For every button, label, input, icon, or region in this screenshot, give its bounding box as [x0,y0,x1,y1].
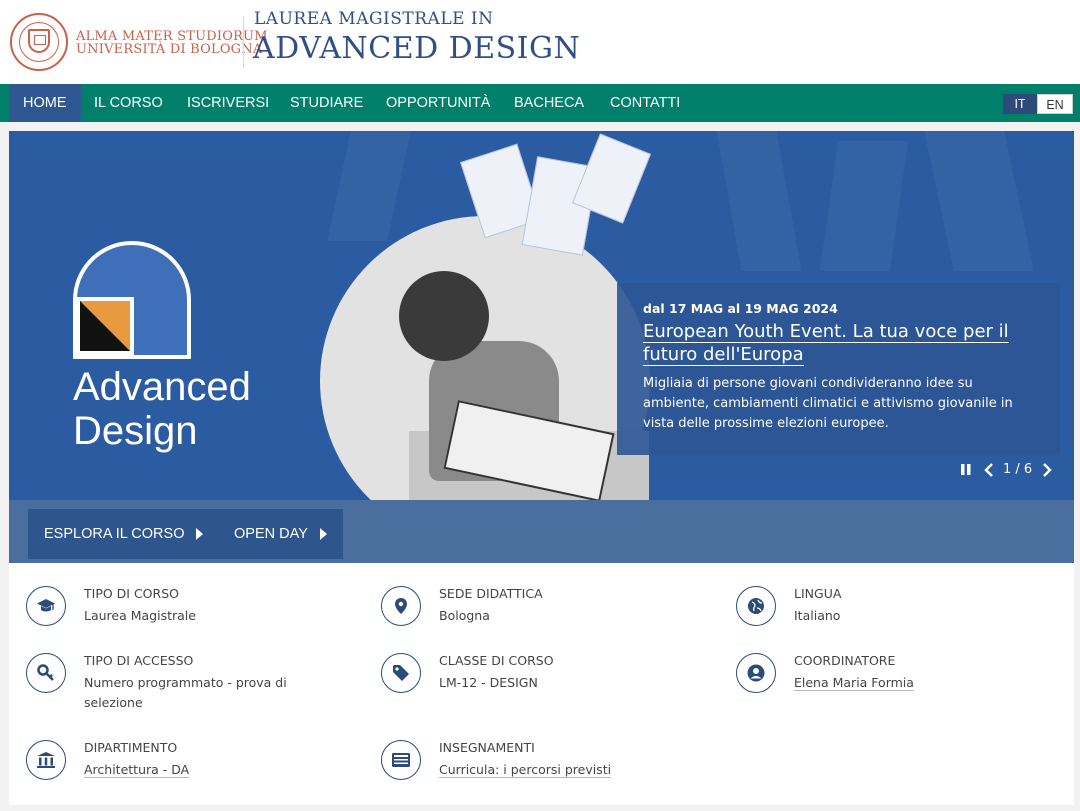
university-name[interactable]: ALMA MATER STUDIORUM UNIVERSITÀ DI BOLOG… [76,30,268,56]
explore-course-label: ESPLORA IL CORSO [44,526,185,542]
lang-it-button[interactable]: IT [1003,94,1037,114]
user-icon [736,653,776,693]
bg-shape [924,131,1034,271]
pause-icon[interactable] [959,462,973,480]
globe-icon [736,586,776,626]
event-date: dal 17 MAG al 19 MAG 2024 [643,301,838,316]
event-title-text: European Youth Event. La tua voce per il… [643,321,1009,366]
advanced-design-logo-text: Advanced Design [73,365,251,453]
nav-home[interactable]: HOME [9,84,81,122]
event-description: Migliaia di persone giovani condivideran… [643,376,1013,431]
hero-photo-person-head [399,271,489,361]
info-value: Curricula: i percorsi previsti [439,762,612,778]
arrow-right-icon [196,528,204,541]
bg-shape [819,141,909,271]
course-info-panel: TIPO DI CORSO Laurea Magistrale SEDE DID… [9,563,1074,805]
slide-counter: 1 / 6 [1003,462,1033,477]
department-link[interactable]: Architettura - DA [84,760,324,780]
curricula-link[interactable]: Curricula: i percorsi previsti [439,760,679,780]
nav-studiare[interactable]: STUDIARE [276,84,377,122]
nav-contatti[interactable]: CONTATTI [596,84,694,122]
tag-icon [381,653,421,693]
info-label: SEDE DIDATTICA [439,586,543,601]
info-label: DIPARTIMENTO [84,740,178,755]
nav-il-corso[interactable]: IL CORSO [80,84,177,122]
nav-opportunita[interactable]: OPPORTUNITÀ [372,84,504,122]
main-nav: HOME IL CORSO ISCRIVERSI STUDIARE OPPORT… [0,84,1080,122]
prev-slide-icon[interactable] [983,462,995,482]
advanced-design-logo-icon [73,241,191,359]
bg-shape [716,131,802,271]
arrow-right-icon [319,528,327,541]
info-value: Architettura - DA [84,762,190,778]
graduation-cap-icon [26,586,66,626]
open-day-button[interactable]: OPEN DAY [218,509,343,559]
university-seal-icon[interactable] [10,13,68,71]
header-divider [243,16,244,68]
lang-en-button[interactable]: EN [1037,94,1073,114]
info-label: CLASSE DI CORSO [439,653,554,668]
course-subtitle: LAUREA MAGISTRALE IN [254,9,494,29]
logo-word-1: Advanced [73,365,251,409]
building-icon [26,740,66,780]
info-label: TIPO DI ACCESSO [84,653,194,668]
info-label: COORDINATORE [794,653,896,668]
info-value: Elena Maria Formia [794,675,914,691]
info-value: LM-12 - DESIGN [439,675,538,690]
key-icon [26,653,66,693]
info-value: Bologna [439,608,490,623]
event-card: dal 17 MAG al 19 MAG 2024 European Youth… [617,283,1060,455]
logo-word-2: Design [73,409,198,453]
hero-carousel: Advanced Design dal 17 MAG al 19 MAG 202… [9,131,1074,563]
info-label: TIPO DI CORSO [84,586,179,601]
nav-iscriversi[interactable]: ISCRIVERSI [173,84,283,122]
coordinator-link[interactable]: Elena Maria Formia [794,673,1034,693]
info-value: Numero programmato - prova di selezione [84,675,287,710]
open-day-label: OPEN DAY [234,526,308,542]
list-icon [381,740,421,780]
next-slide-icon[interactable] [1041,462,1053,482]
explore-course-button[interactable]: ESPLORA IL CORSO [28,509,220,559]
info-value: Laurea Magistrale [84,608,196,623]
info-label: INSEGNAMENTI [439,740,535,755]
nav-bacheca[interactable]: BACHECA [500,84,598,122]
location-pin-icon [381,586,421,626]
course-title[interactable]: ADVANCED DESIGN [253,31,580,66]
site-header: ALMA MATER STUDIORUM UNIVERSITÀ DI BOLOG… [0,0,1080,84]
event-title-link[interactable]: European Youth Event. La tua voce per il… [643,320,1034,366]
university-name-line2: UNIVERSITÀ DI BOLOGNA [76,42,263,57]
info-value: Italiano [794,608,841,623]
info-label: LINGUA [794,586,842,601]
bg-shape [327,131,411,241]
